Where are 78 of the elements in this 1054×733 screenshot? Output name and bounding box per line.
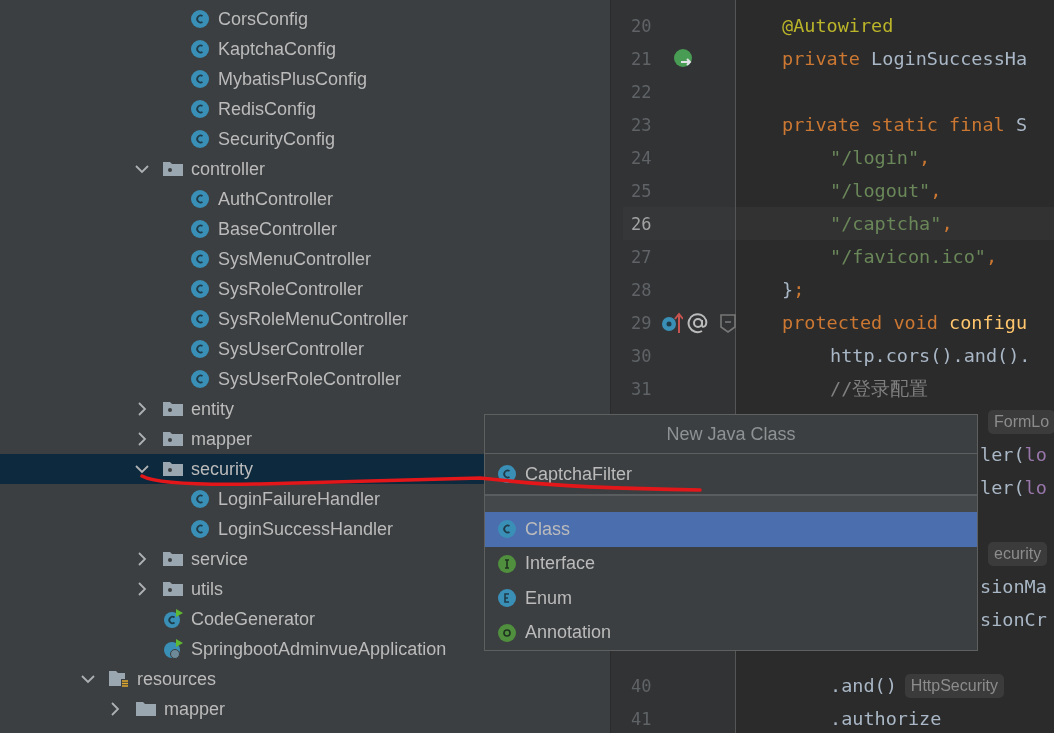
package-folder-icon [163,159,183,179]
tree-item[interactable]: SysRoleController [0,274,610,304]
code-token: LoginSuccessHa [871,48,1028,69]
class-icon [190,39,210,59]
bean-navigation-icon[interactable] [673,47,695,70]
inlay-hint: FormLo [988,409,1054,434]
inlay-hint: HttpSecurity [904,673,1004,698]
override-method-icon[interactable] [661,311,684,334]
tree-item[interactable]: KaptchaConfig [0,34,610,64]
code-token: http.cors().and(). [830,345,1031,366]
tree-item[interactable]: controller [0,154,610,184]
package-folder-icon [163,429,183,449]
class-icon [190,519,210,539]
code-token: } [782,279,794,300]
code-token: "/login" [830,147,920,168]
tree-item[interactable]: SysUserController [0,334,610,364]
class-icon [190,489,210,509]
class-icon [497,464,517,484]
class-icon [190,9,210,29]
code-token: , [985,246,998,267]
code-token: ; [793,279,805,300]
class-icon [190,279,210,299]
tree-item[interactable]: mapper [0,694,610,724]
package-folder-icon [163,549,183,569]
code-token: protected void [782,312,939,333]
tree-item[interactable]: SysMenuController [0,244,610,274]
enum-icon [497,588,517,609]
tree-item[interactable]: BaseController [0,214,610,244]
resources-folder-icon [109,669,129,689]
code-token: , [919,147,931,168]
line-number: 26 [630,213,653,234]
tree-item[interactable]: AuthController [0,184,610,214]
code-token: ler( [980,444,1025,465]
class-icon [190,189,210,209]
tree-item[interactable]: SysUserRoleController [0,364,610,394]
class-icon [190,309,210,329]
code-token: , [930,180,942,201]
tree-item[interactable]: SysRoleMenuController [0,304,610,334]
folder-icon [136,699,156,719]
code-token: @Autowired [782,15,894,36]
annotation-icon [497,622,517,643]
class-icon [190,69,210,89]
code-token: configu [949,312,1028,333]
code-token: .and() [830,675,897,696]
class-icon [497,519,517,540]
code-token: , [941,213,953,234]
code-token: ler( [980,477,1025,498]
class-icon [190,129,210,149]
code-token: .authorize [830,708,942,729]
tree-item[interactable]: CorsConfig [0,4,610,34]
tree-item[interactable]: RedisConfig [0,94,610,124]
runnable-class-icon [163,609,183,629]
tree-item[interactable]: SecurityConfig [0,124,610,154]
tree-item[interactable]: MybatisPlusConfig [0,64,610,94]
code-token: lo [1024,444,1047,465]
package-folder-icon [163,399,183,419]
code-token: lo [1024,477,1047,498]
spring-app-icon [163,639,183,659]
inlay-hint: ecurity [988,541,1048,566]
class-icon [190,219,210,239]
code-token: sionCr [980,609,1047,630]
code-token: //登录配置 [830,377,929,401]
package-folder-icon [163,459,183,479]
code-token: private [782,48,861,69]
class-icon [190,249,210,269]
code-token: sionMa [980,576,1047,597]
interface-icon [497,553,517,574]
at-sign-icon[interactable] [687,311,710,334]
class-icon [190,99,210,119]
class-icon [190,339,210,359]
code-token: "/favicon.ico" [830,246,986,267]
tree-item[interactable]: resources [0,664,610,694]
code-token: S [1015,114,1028,135]
package-folder-icon [163,579,183,599]
class-icon [190,369,210,389]
code-token: "/captcha" [830,213,942,234]
code-token: private static final [782,114,1006,135]
code-token: "/logout" [830,180,931,201]
